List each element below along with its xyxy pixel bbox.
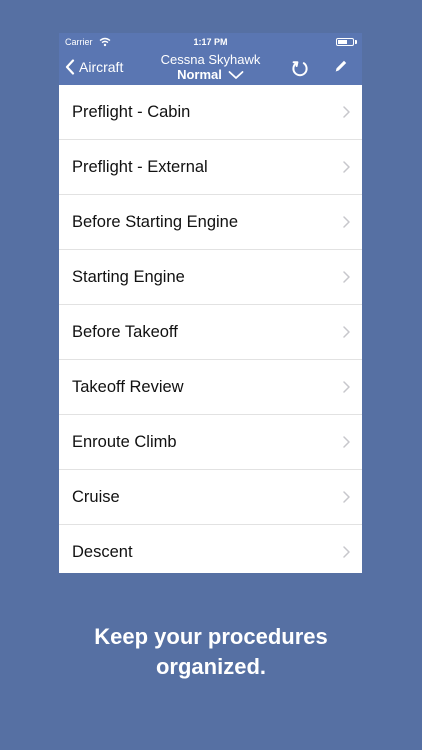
chevron-right-icon xyxy=(343,436,350,448)
list-item[interactable]: Before Starting Engine xyxy=(59,195,362,250)
list-item-label: Cruise xyxy=(72,488,120,506)
phone-screen: Carrier 1:17 PM Aircraft Cessna Skyhawk … xyxy=(59,33,362,573)
chevron-right-icon xyxy=(343,161,350,173)
list-item-label: Takeoff Review xyxy=(72,378,184,396)
list-item-label: Descent xyxy=(72,543,133,561)
battery-nub xyxy=(355,40,357,44)
list-item[interactable]: Preflight - External xyxy=(59,140,362,195)
list-item-label: Preflight - Cabin xyxy=(72,103,191,121)
caption-line-2: organized. xyxy=(155,654,266,679)
list-item[interactable]: Preflight - Cabin xyxy=(59,85,362,140)
list-item-label: Before Starting Engine xyxy=(72,213,239,231)
chevron-right-icon xyxy=(343,326,350,338)
chevron-right-icon xyxy=(343,491,350,503)
pencil-icon[interactable] xyxy=(333,58,349,74)
reset-icon[interactable] xyxy=(291,59,309,77)
chevron-right-icon xyxy=(343,216,350,228)
checklist-list: Preflight - Cabin Preflight - External B… xyxy=(59,85,362,573)
list-item[interactable]: Takeoff Review xyxy=(59,360,362,415)
nav-title: Cessna Skyhawk xyxy=(160,52,261,67)
list-item-label: Starting Engine xyxy=(72,268,185,286)
chevron-right-icon xyxy=(343,106,350,118)
checklist-type-selector[interactable]: Normal xyxy=(59,67,362,82)
chevron-right-icon xyxy=(343,546,350,558)
chevron-right-icon xyxy=(343,271,350,283)
list-item[interactable]: Before Takeoff xyxy=(59,305,362,360)
navigation-bar: Aircraft Cessna Skyhawk Normal xyxy=(59,51,362,85)
chevron-right-icon xyxy=(343,381,350,393)
chevron-down-icon xyxy=(228,70,244,79)
list-item[interactable]: Starting Engine xyxy=(59,250,362,305)
list-item[interactable]: Descent xyxy=(59,525,362,573)
list-item-label: Before Takeoff xyxy=(72,323,178,341)
checklist-type-label: Normal xyxy=(177,67,222,82)
list-item[interactable]: Cruise xyxy=(59,470,362,525)
list-item[interactable]: Enroute Climb xyxy=(59,415,362,470)
status-time: 1:17 PM xyxy=(193,37,228,47)
list-item-label: Preflight - External xyxy=(72,158,208,176)
marketing-caption: Keep your procedures organized. xyxy=(0,622,422,682)
list-item-label: Enroute Climb xyxy=(72,433,177,451)
battery-icon xyxy=(336,38,354,46)
caption-line-1: Keep your procedures xyxy=(94,624,328,649)
status-bar: Carrier 1:17 PM xyxy=(59,33,362,51)
